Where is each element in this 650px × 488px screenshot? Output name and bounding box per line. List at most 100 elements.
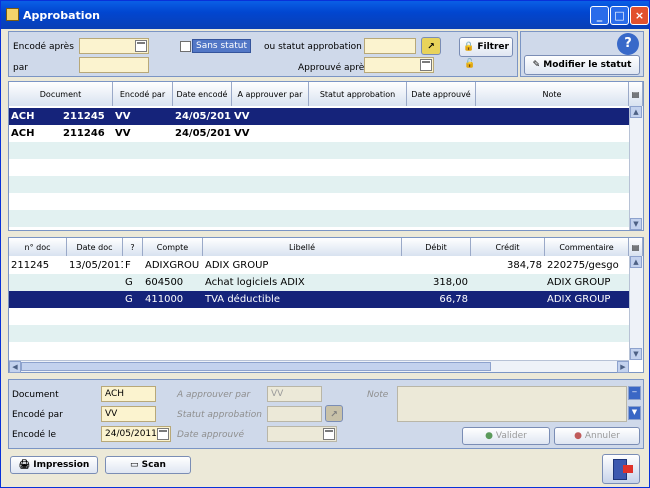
table-row[interactable]: 211245 13/05/2011 F ADIXGROU ADIX GROUP … (9, 257, 629, 274)
col-note[interactable]: Note (476, 82, 629, 106)
detail-panel: Document ACH Encodé par VV Encodé le 24/… (8, 379, 644, 449)
modifier-statut-label: Modifier le statut (543, 60, 632, 70)
date-approuve-label: Date approuvé (177, 430, 245, 440)
lock-icon: 🔓 (464, 59, 476, 69)
empty-row (9, 159, 629, 176)
documents-grid: Document Encodé par Date encodé A approu… (8, 81, 644, 231)
scroll-up-icon[interactable]: ▲ (630, 106, 642, 118)
entries-hscrollbar[interactable]: ◀ ▶ (9, 360, 629, 373)
empty-row (9, 325, 629, 342)
col-a-approuver[interactable]: A approuver par (232, 82, 309, 106)
col-date-doc[interactable]: Date doc (67, 238, 123, 256)
printer-icon: 🖨 (18, 460, 31, 470)
note-minus-icon[interactable]: − (628, 386, 641, 400)
encode-le-value: 24/05/2011 (105, 429, 157, 439)
grid-settings-icon[interactable]: ▤ (629, 82, 643, 106)
help-icon[interactable]: ? (617, 33, 639, 55)
table-row[interactable]: G 411000 TVA déductible 66,78 ADIX GROUP (9, 291, 629, 308)
exit-arrow-icon (623, 465, 633, 473)
empty-row (9, 308, 629, 325)
scroll-down-icon[interactable]: ▼ (630, 348, 642, 360)
empty-row (9, 176, 629, 193)
entries-scrollbar[interactable]: ▲ ▼ (629, 256, 643, 360)
scroll-thumb[interactable] (21, 362, 491, 371)
col-statut[interactable]: Statut approbation (309, 82, 407, 106)
table-row[interactable]: ACH 211246 VV 24/05/2011 VV (9, 125, 629, 142)
calendar-icon[interactable] (135, 40, 147, 52)
empty-row (9, 210, 629, 227)
modifier-statut-button[interactable]: ✎ Modifier le statut (524, 55, 640, 75)
empty-row (9, 142, 629, 159)
note-down-icon[interactable]: ▼ (628, 406, 641, 420)
col-compte[interactable]: Compte (143, 238, 203, 256)
statut-approbation-input[interactable] (364, 38, 416, 54)
table-row[interactable]: ACH 211245 VV 24/05/2011 VV (9, 108, 629, 125)
note-label: Note (367, 390, 389, 400)
col-type[interactable]: ? (123, 238, 143, 256)
encode-le-field[interactable]: 24/05/2011 (101, 426, 171, 442)
calendar-icon[interactable] (420, 59, 432, 71)
calendar-icon (323, 428, 335, 440)
close-button[interactable]: × (630, 6, 649, 25)
a-approuver-field: VV (267, 386, 322, 402)
par-input[interactable] (79, 57, 149, 73)
col-encode-par[interactable]: Encodé par (113, 82, 173, 106)
encode-par-field[interactable]: VV (101, 406, 156, 422)
calendar-icon[interactable] (157, 428, 169, 440)
col-debit[interactable]: Débit (402, 238, 471, 256)
scanner-icon: ▭ (130, 460, 139, 470)
scroll-left-icon[interactable]: ◀ (9, 361, 21, 373)
statut-label: Statut approbation (177, 410, 262, 420)
document-label: Document (12, 390, 59, 400)
valider-icon: ● (485, 431, 494, 441)
window-title: Approbation (23, 8, 100, 22)
scroll-right-icon[interactable]: ▶ (617, 361, 629, 373)
annuler-icon: ● (574, 431, 582, 441)
grid-settings-icon[interactable]: ▤ (629, 238, 643, 256)
col-libelle[interactable]: Libellé (203, 238, 402, 256)
encode-par-label: Encodé par (12, 410, 63, 420)
col-credit[interactable]: Crédit (471, 238, 545, 256)
sans-statut-label: Sans statut (192, 39, 251, 53)
col-date-encode[interactable]: Date encodé (173, 82, 232, 106)
table-row[interactable]: G 604500 Achat logiciels ADIX 318,00 ADI… (9, 274, 629, 291)
sans-statut-checkbox[interactable] (180, 41, 191, 52)
documents-scrollbar[interactable]: ▲ ▼ (629, 106, 643, 230)
annuler-label: Annuler (584, 431, 620, 441)
col-date-approuve[interactable]: Date approuvé (407, 82, 476, 106)
col-document[interactable]: Document (9, 82, 113, 106)
col-commentaire[interactable]: Commentaire (545, 238, 629, 256)
empty-row (9, 193, 629, 210)
approbation-window: Approbation _ □ × Encodé après par Sans … (0, 0, 650, 488)
document-field[interactable]: ACH (101, 386, 156, 402)
statut-field (267, 406, 322, 422)
encode-apres-input[interactable] (79, 38, 149, 54)
impression-button[interactable]: 🖨 Impression (10, 456, 98, 474)
valider-button[interactable]: ● Valider (462, 427, 550, 445)
ou-statut-label: ou statut approbation (264, 42, 362, 52)
scan-button[interactable]: ▭ Scan (105, 456, 191, 474)
approuve-apres-label: Approuvé après (298, 63, 369, 73)
col-ndoc[interactable]: n° doc (9, 238, 67, 256)
filtrer-button[interactable]: 🔒 Filtrer (459, 37, 513, 57)
entries-grid: n° doc Date doc ? Compte Libellé Débit C… (8, 237, 644, 373)
encode-apres-label: Encodé après (13, 42, 74, 52)
annuler-button[interactable]: ● Annuler (554, 427, 640, 445)
scroll-up-icon[interactable]: ▲ (630, 256, 642, 268)
date-approuve-field (267, 426, 337, 442)
filter-panel: Encodé après par Sans statut ou statut a… (8, 31, 518, 77)
note-field (397, 386, 627, 422)
par-label: par (13, 63, 28, 73)
app-icon (6, 8, 19, 21)
encode-le-label: Encodé le (12, 430, 56, 440)
statut-picker-icon[interactable]: ↗ (421, 37, 441, 55)
minimize-button[interactable]: _ (590, 6, 609, 25)
maximize-button[interactable]: □ (610, 6, 629, 25)
title-bar[interactable]: Approbation _ □ × (1, 1, 649, 29)
approuve-apres-input[interactable] (364, 57, 434, 73)
exit-button[interactable] (602, 454, 640, 484)
scroll-down-icon[interactable]: ▼ (630, 218, 642, 230)
filtrer-label: Filtrer (477, 42, 509, 52)
a-approuver-label: A approuver par (177, 390, 251, 400)
scan-label: Scan (141, 460, 166, 470)
